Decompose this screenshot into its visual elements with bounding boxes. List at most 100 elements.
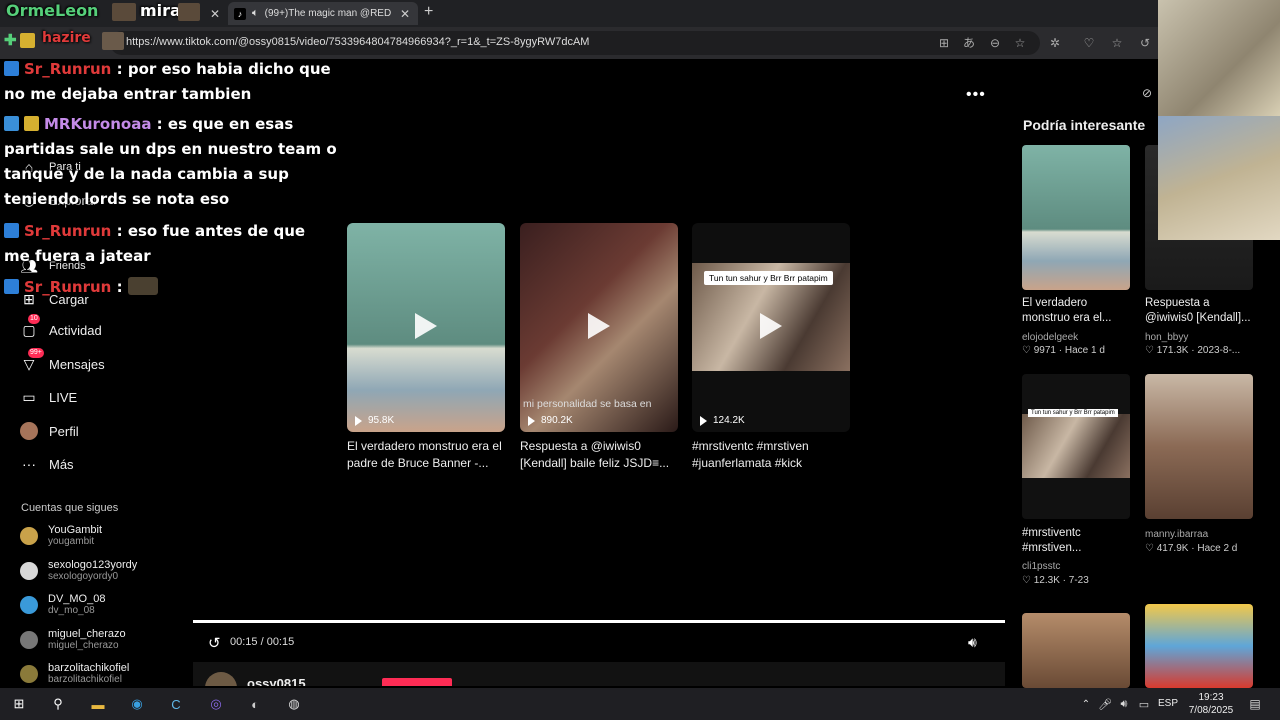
microphone-icon[interactable]: 🎤︎ bbox=[1095, 694, 1115, 714]
extensions-icon[interactable]: ✲ bbox=[1048, 36, 1062, 50]
emote bbox=[112, 3, 136, 21]
video-title[interactable]: #mrstiventc #mrstiven #juanferlamata #ki… bbox=[692, 438, 857, 472]
more-options-icon[interactable]: ••• bbox=[966, 86, 986, 104]
sidebar-item-label: Mensajes bbox=[49, 356, 105, 372]
sidebar-item-mensajes[interactable]: ▽ 99+ Mensajes bbox=[20, 348, 105, 373]
following-account[interactable]: miguel_cherazo miguel_cherazo bbox=[20, 628, 126, 652]
recommended-caption[interactable]: Respuesta a @iwiwis0 [Kendall]... bbox=[1145, 296, 1255, 326]
avatar bbox=[20, 596, 38, 614]
recommended-thumbnail[interactable]: Tun tun sahur y Brr Brr patapim bbox=[1022, 374, 1130, 519]
live-icon: ▭ bbox=[22, 388, 36, 405]
windows-start-icon[interactable]: ⊞ bbox=[9, 694, 29, 714]
video-card[interactable]: Tun tun sahur y Brr Brr patapim 124.2K bbox=[692, 223, 850, 432]
emote bbox=[102, 32, 124, 50]
address-bar-row: https://www.tiktok.com/@ossy0815/video/7… bbox=[0, 27, 1160, 59]
play-icon[interactable] bbox=[760, 313, 782, 339]
close-tab-icon[interactable]: ✕ bbox=[400, 7, 410, 21]
app-c-icon[interactable]: C bbox=[166, 694, 186, 714]
recommended-thumbnail[interactable] bbox=[1145, 374, 1253, 519]
account-handle: sexologoyordy0 bbox=[48, 571, 119, 582]
file-explorer-icon[interactable]: ▬ bbox=[88, 694, 108, 714]
focus-mode-icon[interactable]: ⊘ bbox=[1142, 86, 1152, 100]
video-caption: Tun tun sahur y Brr Brr patapim bbox=[704, 271, 833, 285]
favorite-star-icon[interactable]: ☆ bbox=[1013, 36, 1027, 50]
following-account[interactable]: YouGambit yougambit bbox=[20, 524, 102, 548]
replay-icon[interactable]: ↺ bbox=[208, 634, 221, 652]
search-icon[interactable]: ⚲ bbox=[48, 694, 68, 714]
video-time: 00:15 / 00:15 bbox=[230, 636, 295, 648]
volume-icon[interactable]: 🔊︎ bbox=[968, 634, 977, 651]
account-handle: dv_mo_08 bbox=[48, 605, 95, 616]
app-icon[interactable]: ◐ bbox=[245, 694, 265, 714]
favorites-icon[interactable]: ☆ bbox=[1110, 36, 1124, 50]
app-available-icon[interactable]: ⊞ bbox=[937, 36, 951, 50]
activity-icon: ▢ 10 bbox=[22, 314, 40, 338]
chat-message: MRKuronoaa : es que en esas partidas sal… bbox=[4, 115, 337, 208]
sidebar-item-mas[interactable]: ··· Más bbox=[20, 455, 74, 473]
speaker-icon[interactable]: 🔊︎ bbox=[1114, 694, 1134, 714]
following-account[interactable]: barzolitachikofiel barzolitachikofiel bbox=[20, 662, 129, 686]
tab-tiktok[interactable]: ♪ 🔈︎ (99+)The magic man @RED ✕ bbox=[228, 2, 418, 25]
play-small-icon bbox=[700, 415, 707, 426]
clock[interactable]: 19:23 7/08/2025 bbox=[1188, 691, 1234, 717]
sidebar-item-label: Más bbox=[49, 456, 74, 472]
recommended-author[interactable]: manny.ibarraa bbox=[1145, 528, 1208, 541]
chat-user: Sr_Runrun bbox=[24, 222, 112, 240]
network-icon[interactable]: ▭ bbox=[1134, 694, 1154, 714]
recommended-author[interactable]: hon_bbyy bbox=[1145, 331, 1188, 344]
play-icon[interactable] bbox=[588, 313, 610, 339]
address-bar[interactable]: https://www.tiktok.com/@ossy0815/video/7… bbox=[110, 31, 1040, 55]
history-icon[interactable]: ↺ bbox=[1138, 36, 1152, 50]
account-name: DV_MO_08 bbox=[48, 593, 106, 605]
more-icon: ··· bbox=[22, 456, 36, 472]
follow-button[interactable] bbox=[382, 678, 452, 686]
following-account[interactable]: sexologo123yordy sexologoyordy0 bbox=[20, 559, 137, 583]
profile-icon bbox=[20, 422, 38, 440]
recommended-caption[interactable]: El verdadero monstruo era el... bbox=[1022, 296, 1132, 326]
close-tab-icon[interactable]: ✕ bbox=[210, 7, 220, 21]
recommended-author[interactable]: elojodelgeek bbox=[1022, 331, 1078, 344]
recommended-thumbnail[interactable] bbox=[1022, 145, 1130, 290]
sidebar-item-live[interactable]: ▭ LIVE bbox=[20, 388, 77, 406]
video-card[interactable]: mi personalidad se basa en 890.2K bbox=[520, 223, 678, 432]
sidebar-item-label: Actividad bbox=[49, 322, 102, 338]
notifications-icon[interactable]: ▤ bbox=[1245, 694, 1265, 714]
avatar bbox=[20, 665, 38, 683]
author-name[interactable]: ossy0815 bbox=[247, 676, 306, 686]
recommended-thumbnail[interactable] bbox=[1145, 604, 1253, 688]
discord-icon[interactable]: ◎ bbox=[206, 694, 226, 714]
recommended-thumbnail[interactable] bbox=[1022, 613, 1130, 688]
recommended-author[interactable]: cli1psstc bbox=[1022, 560, 1060, 573]
video-progress-bar[interactable] bbox=[193, 620, 1005, 623]
recommended-caption[interactable]: #mrstiventc #mrstiven... bbox=[1022, 526, 1132, 556]
new-tab-icon[interactable]: + bbox=[424, 3, 433, 21]
zoom-icon[interactable]: ⊖ bbox=[988, 36, 1002, 50]
play-icon[interactable] bbox=[415, 313, 437, 339]
tiktok-favicon-icon: ♪ bbox=[234, 7, 246, 20]
following-account[interactable]: DV_MO_08 dv_mo_08 bbox=[20, 593, 105, 617]
read-aloud-icon[interactable]: あ bbox=[962, 36, 976, 50]
chevron-up-icon[interactable]: ⌃ bbox=[1076, 694, 1096, 714]
chat-user: Sr_Runrun bbox=[24, 278, 112, 296]
avatar bbox=[20, 631, 38, 649]
sidebar-item-perfil[interactable]: Perfil bbox=[20, 422, 79, 440]
prime-badge-icon bbox=[4, 61, 19, 76]
account-name: YouGambit bbox=[48, 524, 103, 536]
obs-icon[interactable]: ◍ bbox=[284, 694, 304, 714]
webcam-hamster-top bbox=[1158, 0, 1280, 116]
avatar[interactable] bbox=[205, 672, 237, 686]
sidebar-item-actividad[interactable]: ▢ 10 Actividad bbox=[20, 314, 102, 339]
browser-essentials-icon[interactable]: ♡ bbox=[1082, 36, 1096, 50]
speaker-icon[interactable]: 🔈︎ bbox=[252, 7, 259, 20]
sidebar-item-label: LIVE bbox=[49, 389, 78, 405]
video-card[interactable]: 95.8K bbox=[347, 223, 505, 432]
edge-icon[interactable]: ◉ bbox=[127, 694, 147, 714]
thumbnail-caption: Tun tun sahur y Brr Brr patapim bbox=[1028, 409, 1118, 417]
language-indicator[interactable]: ESP bbox=[1158, 698, 1178, 709]
video-title[interactable]: El verdadero monstruo era el padre de Br… bbox=[347, 438, 512, 472]
account-handle: miguel_cherazo bbox=[48, 640, 119, 651]
account-name: miguel_cherazo bbox=[48, 628, 126, 640]
tab-title: (99+)The magic man @RED bbox=[264, 8, 392, 19]
avatar bbox=[20, 562, 38, 580]
video-title[interactable]: Respuesta a @iwiwis0 [Kendall] baile fel… bbox=[520, 438, 685, 472]
